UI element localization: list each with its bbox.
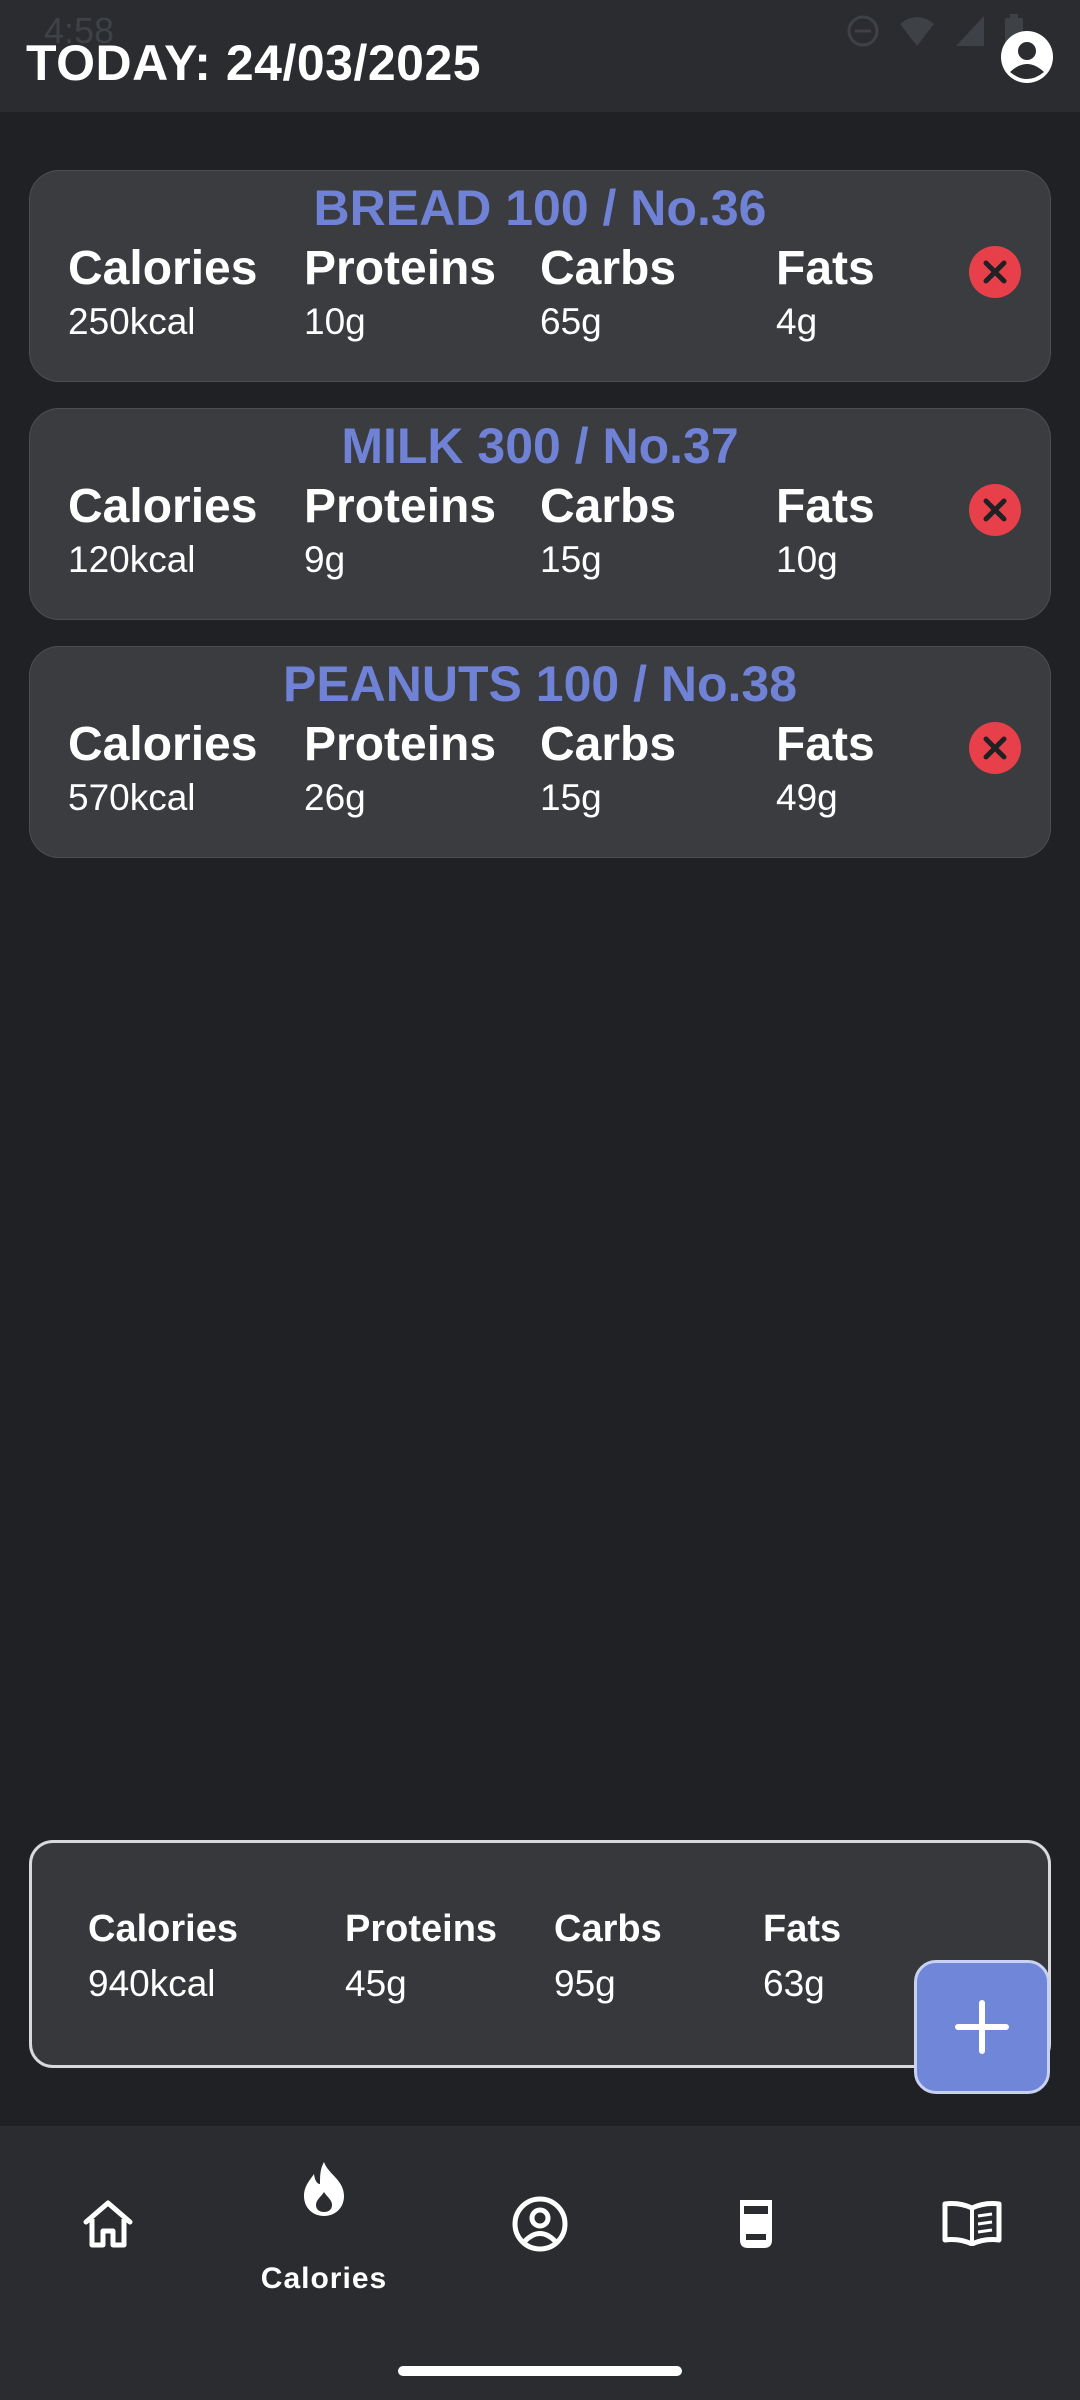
food-card: PEANUTS 100 / No.38 Calories 570kcal Pro…	[29, 646, 1051, 858]
proteins-label: Proteins	[304, 242, 497, 295]
nav-item-library[interactable]	[864, 2126, 1080, 2346]
proteins-value: 9g	[304, 539, 346, 580]
carbs-label: Carbs	[540, 242, 677, 295]
home-icon	[83, 2200, 133, 2248]
summary-carbs-value: 95g	[554, 1963, 616, 2004]
summary-carbs: Carbs 95g	[554, 1903, 662, 2013]
home-indicator[interactable]	[398, 2366, 682, 2376]
summary-proteins: Proteins 45g	[345, 1903, 497, 2013]
do-not-disturb-icon	[847, 15, 879, 47]
account-circle-icon	[512, 2196, 568, 2252]
food-card: MILK 300 / No.37 Calories 120kcal Protei…	[29, 408, 1051, 620]
top-app-bar: 4:58 TODAY: 24/03/2025	[0, 0, 1080, 112]
carbs-value: 65g	[540, 301, 602, 342]
calories-value: 570kcal	[68, 777, 196, 818]
calories-value: 250kcal	[68, 301, 196, 342]
calories-block: Calories 250kcal	[68, 241, 257, 347]
nav-item-calories[interactable]: Calories	[216, 2126, 432, 2346]
fats-value: 4g	[776, 301, 818, 342]
book-open-icon	[942, 2201, 1002, 2246]
fats-label: Fats	[776, 718, 875, 771]
carbs-block: Carbs 15g	[540, 479, 676, 585]
summary-calories: Calories 940kcal	[88, 1903, 238, 2013]
flame-icon	[304, 2162, 344, 2216]
bottom-navigation: Calories	[0, 2126, 1080, 2400]
carbs-block: Carbs 65g	[540, 241, 676, 347]
food-list: BREAD 100 / No.36 Calories 250kcal Prote…	[29, 170, 1051, 884]
weight-icon	[740, 2200, 772, 2248]
wifi-icon	[900, 17, 934, 46]
nav-item-profile[interactable]	[432, 2126, 648, 2346]
carbs-value: 15g	[540, 539, 602, 580]
daily-summary: Calories 940kcal Proteins 45g Carbs 95g …	[29, 1840, 1051, 2068]
page-title: TODAY: 24/03/2025	[26, 35, 482, 91]
carbs-label: Carbs	[540, 480, 677, 533]
summary-fats: Fats 63g	[763, 1903, 841, 2013]
summary-proteins-value: 45g	[345, 1963, 407, 2004]
fats-label: Fats	[776, 242, 875, 295]
fats-block: Fats 10g	[776, 479, 875, 585]
summary-proteins-label: Proteins	[345, 1908, 498, 1950]
proteins-value: 26g	[304, 777, 366, 818]
proteins-block: Proteins 10g	[304, 241, 496, 347]
delete-icon[interactable]	[968, 483, 1022, 537]
proteins-block: Proteins 9g	[304, 479, 496, 585]
calories-block: Calories 120kcal	[68, 479, 257, 585]
calories-value: 120kcal	[68, 539, 196, 580]
status-icons	[846, 14, 1024, 48]
proteins-label: Proteins	[304, 480, 497, 533]
fats-value: 10g	[776, 539, 838, 580]
summary-carbs-label: Carbs	[554, 1908, 662, 1950]
account-circle-icon[interactable]	[1000, 30, 1054, 84]
food-card: BREAD 100 / No.36 Calories 250kcal Prote…	[29, 170, 1051, 382]
nav-item-calories-label: Calories	[260, 2262, 388, 2295]
nav-item-home[interactable]	[0, 2126, 216, 2346]
carbs-block: Carbs 15g	[540, 717, 676, 823]
fats-label: Fats	[776, 480, 875, 533]
carbs-label: Carbs	[540, 718, 677, 771]
delete-icon[interactable]	[968, 245, 1022, 299]
food-title: BREAD 100 / No.36	[313, 180, 767, 236]
proteins-block: Proteins 26g	[304, 717, 496, 823]
nav-item-weight[interactable]	[648, 2126, 864, 2346]
fats-block: Fats 4g	[776, 241, 875, 347]
summary-fats-value: 63g	[763, 1963, 825, 2004]
calories-block: Calories 570kcal	[68, 717, 257, 823]
delete-icon[interactable]	[968, 721, 1022, 775]
cell-signal-icon	[956, 16, 984, 46]
food-title: PEANUTS 100 / No.38	[282, 656, 798, 712]
fats-value: 49g	[776, 777, 838, 818]
summary-calories-label: Calories	[88, 1908, 238, 1950]
carbs-value: 15g	[540, 777, 602, 818]
calories-label: Calories	[68, 718, 258, 771]
fats-block: Fats 49g	[776, 717, 875, 823]
food-title: MILK 300 / No.37	[341, 418, 739, 474]
plus-icon	[955, 2000, 1009, 2054]
calories-label: Calories	[68, 480, 258, 533]
proteins-value: 10g	[304, 301, 366, 342]
add-food-button[interactable]	[914, 1960, 1050, 2094]
calories-label: Calories	[68, 242, 258, 295]
summary-fats-label: Fats	[763, 1908, 842, 1950]
proteins-label: Proteins	[304, 718, 497, 771]
summary-calories-value: 940kcal	[88, 1963, 216, 2004]
